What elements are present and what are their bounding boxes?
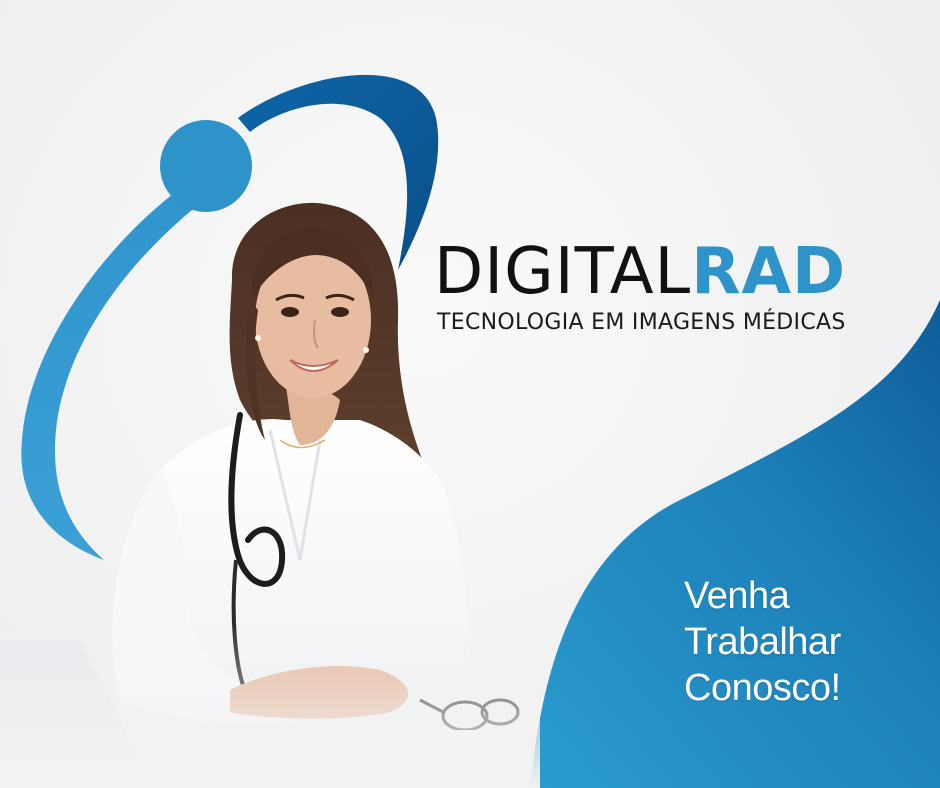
cta-text: Venha Trabalhar Conosco! [684, 573, 841, 711]
brand-logo-wordmark: DIGITALRAD [434, 240, 846, 304]
recruitment-banner: DIGITALRAD TECNOLOGIA EM IMAGENS MÉDICAS… [0, 0, 940, 788]
brand-tagline: TECNOLOGIA EM IMAGENS MÉDICAS [437, 310, 846, 335]
cta-line-2: Trabalhar [684, 621, 841, 663]
logo-word-digital: DIGITAL [434, 235, 692, 309]
cta-line-1: Venha [684, 575, 790, 617]
cta-line-3: Conosco! [684, 667, 841, 709]
logo-word-rad: RAD [691, 235, 847, 309]
